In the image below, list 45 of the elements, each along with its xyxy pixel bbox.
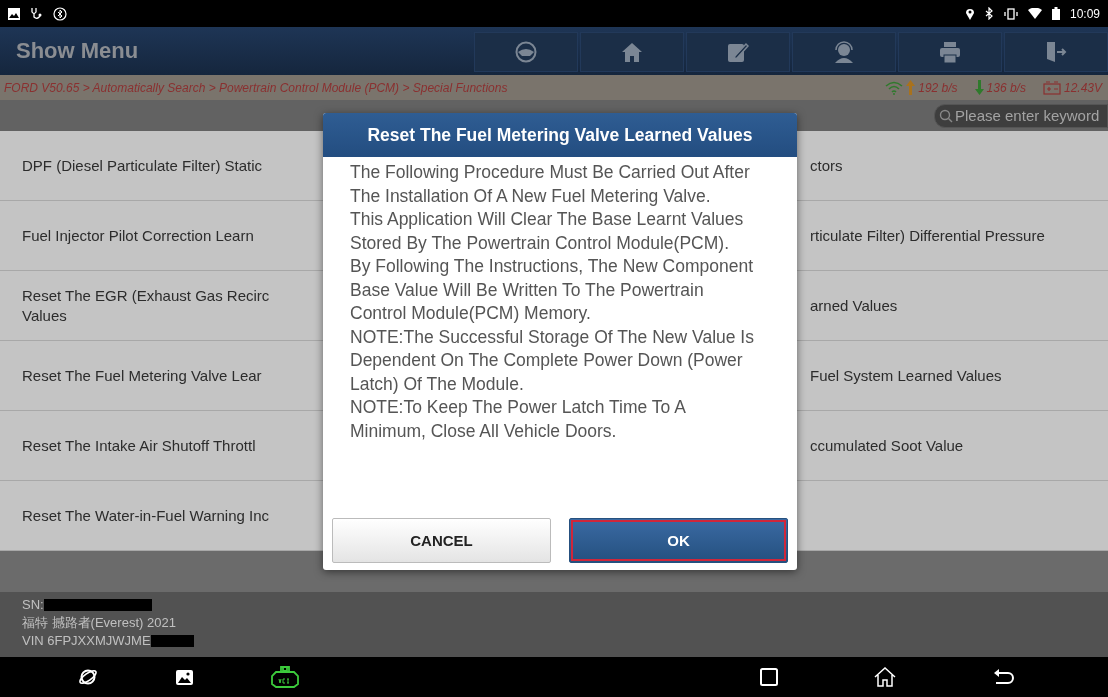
vehicle-name: 福特 撼路者(Everest) 2021 [22, 614, 176, 632]
toolbar-button[interactable] [474, 32, 578, 72]
image-icon[interactable] [176, 669, 193, 685]
toolbar-button[interactable] [792, 32, 896, 72]
toolbar-button[interactable] [1004, 32, 1108, 72]
toolbar-button[interactable] [898, 32, 1002, 72]
steering-wheel-icon [515, 41, 537, 63]
planet-icon[interactable] [78, 667, 98, 687]
upload-rate: 192 b/s [918, 80, 958, 95]
dialog-button[interactable]: CANCEL [332, 518, 551, 563]
bluetooth-icon [53, 6, 67, 21]
download-rate: 136 b/s [986, 80, 1026, 95]
edit-icon [727, 41, 749, 63]
support-agent-icon [832, 41, 856, 63]
toolbar-button[interactable] [686, 32, 790, 72]
search-icon [939, 108, 953, 123]
recent-apps-icon[interactable] [760, 668, 778, 686]
dialog-title: Reset The Fuel Metering Valve Learned Values [323, 113, 797, 157]
wifi-icon [1027, 8, 1042, 19]
car-battery-icon [1042, 80, 1061, 95]
page-title: Show Menu [15, 38, 139, 64]
serial-label: SN: [22, 596, 44, 614]
back-icon[interactable] [992, 669, 1014, 685]
clock-time: 10:09 [1069, 6, 1100, 21]
home-icon [621, 42, 643, 62]
vibrate-icon [1003, 7, 1018, 20]
exit-icon [1045, 41, 1067, 63]
breadcrumb-path: FORD V50.65 > Automatically Search > Powertrain Control Module (PCM) > Special Functions [4, 80, 508, 95]
dialog-button[interactable]: OK [569, 518, 788, 563]
location-icon [964, 7, 975, 20]
wifi-icon [885, 80, 904, 95]
upload-arrow-icon [906, 80, 916, 95]
battery-icon [1051, 7, 1060, 20]
download-arrow-icon [974, 80, 984, 95]
stethoscope-icon [30, 7, 43, 20]
vci-connector-icon[interactable] [271, 666, 299, 688]
printer-icon [939, 41, 961, 63]
redaction-block [150, 635, 194, 647]
toolbar-button[interactable] [580, 32, 684, 72]
search-field[interactable]: Please enter keyword [934, 103, 1108, 128]
image-icon [8, 7, 20, 20]
home-icon[interactable] [874, 667, 896, 687]
battery-voltage: 12.43V [1063, 80, 1102, 95]
bluetooth-icon [984, 7, 994, 20]
vin-number: VIN 6FPJXXMJWJME [22, 632, 151, 650]
